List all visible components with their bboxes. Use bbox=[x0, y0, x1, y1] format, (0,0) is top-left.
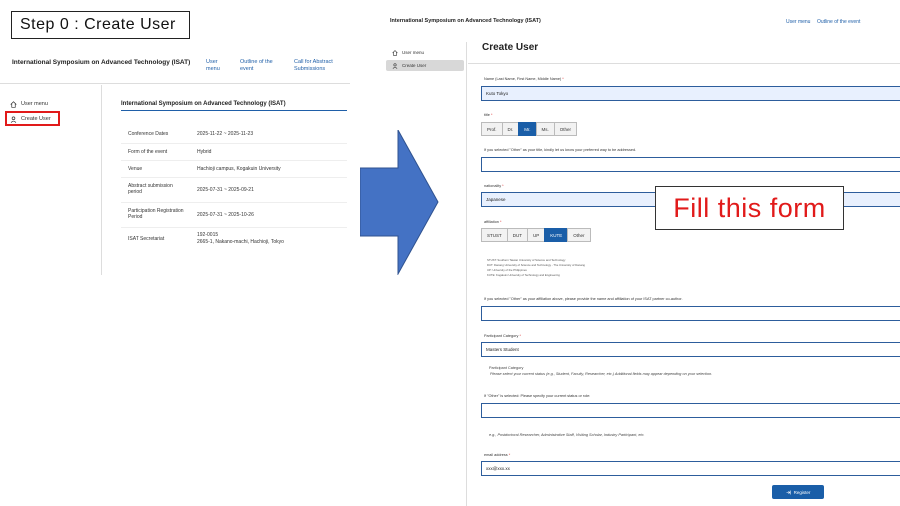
home-icon bbox=[392, 49, 398, 56]
info-row: ISAT Secretariat 192-0015 2665-1, Nakano… bbox=[121, 228, 347, 252]
right-sidebar-label-user-menu: User menu bbox=[402, 50, 425, 55]
affiliation-label-text: affiliation bbox=[484, 220, 499, 224]
info-row-value: 2025-11-22 ~ 2025-11-23 bbox=[197, 131, 254, 137]
info-row-key: ISAT Secretariat bbox=[128, 236, 165, 242]
info-row-key: Abstract submission period bbox=[128, 183, 173, 195]
left-screenshot: International Symposium on Advanced Tech… bbox=[0, 48, 350, 278]
title-label-text: title bbox=[484, 113, 490, 117]
form-title: Create User bbox=[482, 42, 539, 53]
right-nav-user-menu[interactable]: User menu bbox=[786, 19, 810, 25]
required-mark: * bbox=[490, 113, 493, 117]
info-row-key: Venue bbox=[128, 166, 143, 172]
title-option-ms[interactable]: Ms. bbox=[535, 122, 555, 136]
left-sidebar-label-user-menu: User menu bbox=[21, 101, 48, 107]
left-nav-outline[interactable]: Outline of the event bbox=[240, 59, 282, 72]
status-other-input[interactable] bbox=[481, 403, 900, 418]
participant-category-label-text: Participant Category bbox=[484, 334, 519, 338]
login-icon bbox=[786, 490, 791, 494]
title-divider bbox=[468, 63, 900, 64]
email-label-text: email address bbox=[484, 453, 508, 457]
info-row: Participation Registration Period 2025-0… bbox=[121, 203, 347, 228]
info-row-value: Hachioji campus, Kogakuin University bbox=[197, 166, 281, 172]
participant-category-label: Participant Category * bbox=[484, 334, 521, 338]
participant-category-select[interactable]: Masters Student bbox=[481, 342, 900, 357]
info-row-value: Hybrid bbox=[197, 149, 212, 155]
right-nav-outline[interactable]: Outline of the event bbox=[817, 19, 860, 25]
right-header: International Symposium on Advanced Tech… bbox=[382, 10, 900, 38]
email-label: email address * bbox=[484, 453, 510, 457]
info-row-value: 2025-07-31 ~ 2025-09-21 bbox=[197, 187, 254, 193]
title-option-other[interactable]: Other bbox=[553, 122, 578, 136]
info-row: Conference Dates 2025-11-22 ~ 2025-11-23 bbox=[121, 124, 347, 144]
status-other-label: If "Other" is selected: Please specify y… bbox=[484, 394, 591, 398]
info-row-key: Participation Registration Period bbox=[128, 208, 184, 220]
info-row-key: Form of the event bbox=[128, 149, 168, 155]
status-other-example: e.g., Postdoctoral Researcher, Administr… bbox=[489, 433, 645, 437]
right-sidebar-item-user-menu[interactable]: User menu bbox=[386, 47, 464, 58]
left-header: International Symposium on Advanced Tech… bbox=[0, 48, 350, 84]
affiliation-note: KUTE: Kogakuin University of Technology … bbox=[487, 273, 560, 277]
participant-category-note: Participant Category Please select your … bbox=[489, 365, 712, 377]
title-segmented-control: Prof. Dr. Mr. Ms. Other bbox=[481, 122, 578, 136]
home-icon bbox=[10, 100, 17, 108]
title-option-dr[interactable]: Dr. bbox=[501, 122, 520, 136]
right-sidebar-item-create-user[interactable]: Create User bbox=[386, 60, 464, 71]
register-button[interactable]: Register bbox=[772, 485, 824, 499]
affiliation-other-input[interactable] bbox=[481, 306, 900, 321]
name-label-text: Name (Last Name, First Name, Middle Name… bbox=[484, 77, 562, 81]
info-row-value: 2025-07-31 ~ 2025-10-26 bbox=[197, 212, 254, 218]
nationality-label-text: nationality bbox=[484, 184, 502, 188]
affiliation-option-dut[interactable]: DUT bbox=[506, 228, 529, 242]
create-user-highlight-box bbox=[5, 111, 60, 126]
right-screenshot: International Symposium on Advanced Tech… bbox=[382, 10, 900, 506]
right-sidebar bbox=[382, 42, 467, 506]
title-other-input[interactable] bbox=[481, 157, 900, 172]
affiliation-option-up[interactable]: UP bbox=[527, 228, 546, 242]
left-nav-call-for-abstracts[interactable]: Call for Abstract Submissions bbox=[294, 59, 344, 72]
create-user-form: Create User Name (Last Name, First Name,… bbox=[468, 38, 900, 506]
title-option-mr[interactable]: Mr. bbox=[518, 122, 537, 136]
title-other-label: If you selected "Other" as your title, k… bbox=[484, 148, 637, 152]
left-sidebar-item-user-menu[interactable]: User menu bbox=[10, 98, 48, 110]
fill-form-callout: Fill this form bbox=[655, 186, 844, 230]
left-panel-title: International Symposium on Advanced Tech… bbox=[121, 101, 347, 111]
right-site-title: International Symposium on Advanced Tech… bbox=[390, 18, 541, 24]
affiliation-segmented-control: STUST DUT UP KUTE Other bbox=[481, 228, 591, 242]
affiliation-option-stust[interactable]: STUST bbox=[481, 228, 508, 242]
left-site-title: International Symposium on Advanced Tech… bbox=[12, 59, 191, 66]
required-mark: * bbox=[502, 184, 504, 188]
name-label: Name (Last Name, First Name, Middle Name… bbox=[484, 77, 564, 81]
info-row: Venue Hachioji campus, Kogakuin Universi… bbox=[121, 161, 347, 178]
required-mark: * bbox=[562, 77, 564, 81]
info-row-value: 192-0015 2665-1, Nakano-machi, Hachioji,… bbox=[197, 232, 284, 245]
participant-category-note-text: Please select your current status (e.g.,… bbox=[490, 372, 713, 376]
left-nav-user-menu[interactable]: User menu bbox=[206, 59, 230, 72]
title-label: title * bbox=[484, 113, 492, 117]
user-icon bbox=[392, 62, 398, 69]
email-input[interactable]: xxx@xxx.xx bbox=[481, 461, 900, 476]
required-mark: * bbox=[508, 453, 511, 457]
required-mark: * bbox=[519, 334, 521, 338]
info-row: Form of the event Hybrid bbox=[121, 144, 347, 161]
nationality-label: nationality * bbox=[484, 184, 504, 188]
info-row-key: Conference Dates bbox=[128, 131, 169, 137]
affiliation-option-kute[interactable]: KUTE bbox=[544, 228, 569, 242]
register-label: Register bbox=[793, 489, 811, 495]
affiliation-other-label: If you selected "Other" as your affiliat… bbox=[484, 297, 683, 301]
required-mark: * bbox=[499, 220, 502, 224]
title-option-prof[interactable]: Prof. bbox=[481, 122, 503, 136]
info-row: Abstract submission period 2025-07-31 ~ … bbox=[121, 178, 347, 203]
step-label: Step 0 : Create User bbox=[11, 11, 190, 39]
right-sidebar-label-create-user: Create User bbox=[402, 63, 427, 68]
affiliation-option-other[interactable]: Other bbox=[567, 228, 591, 242]
name-input[interactable]: Kuto Tokyo bbox=[481, 86, 900, 101]
affiliation-notes: STUST: Southern Taiwan University of Sci… bbox=[487, 258, 585, 278]
affiliation-label: affiliation * bbox=[484, 220, 501, 224]
